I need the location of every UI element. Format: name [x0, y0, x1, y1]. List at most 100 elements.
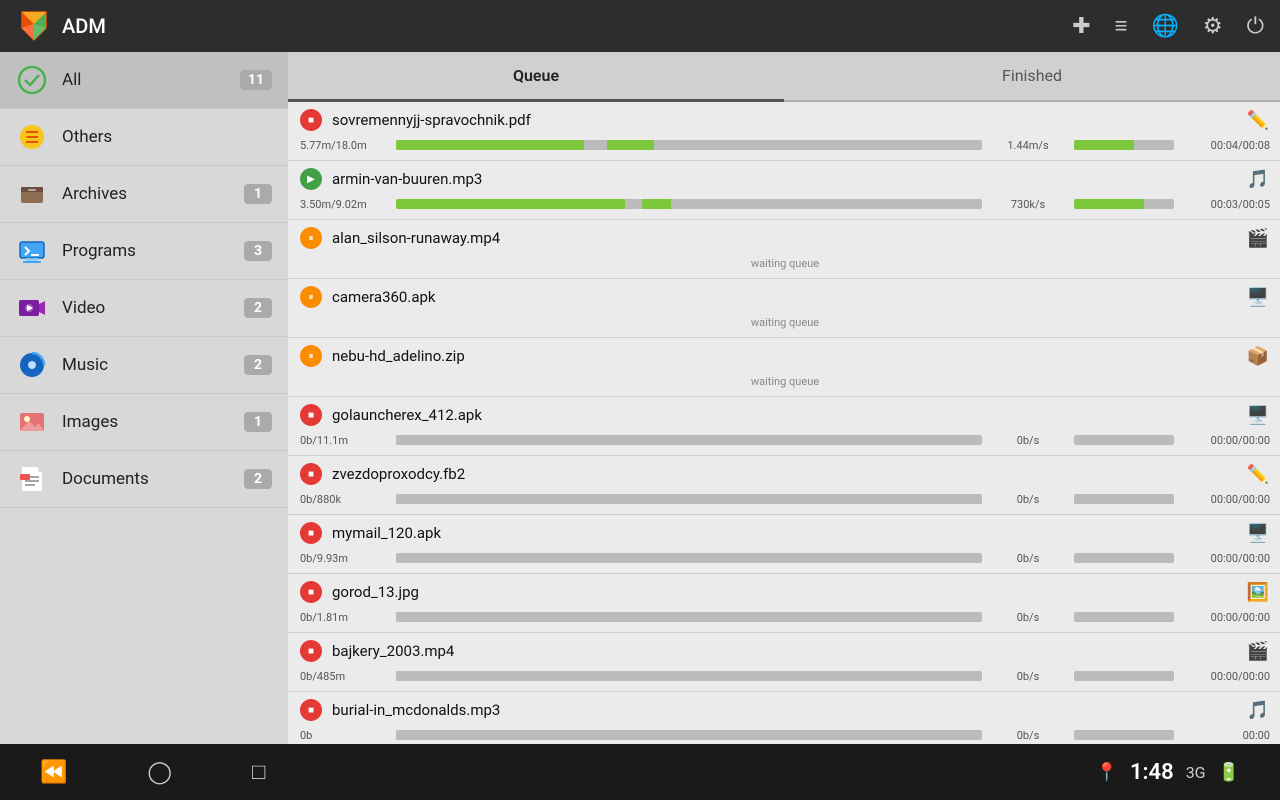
topbar: ADM ✚ ≡ 🌐 ⚙ ⏻ [0, 0, 1280, 52]
adm-logo-icon [16, 8, 52, 44]
filename-2: armin-van-buuren.mp3 [332, 170, 1236, 188]
home-button[interactable]: ◯ [147, 760, 172, 785]
sidebar-item-all[interactable]: All 11 [0, 52, 288, 109]
progress-bar2-6 [1074, 435, 1174, 445]
file-type-icon-11: 🎵 [1246, 698, 1270, 722]
list-item: ⏸ nebu-hd_adelino.zip 📦 waiting queue [288, 338, 1280, 397]
signal-icon: 3G [1186, 763, 1206, 782]
status-button-7[interactable]: ■ [300, 463, 322, 485]
power-icon[interactable]: ⏻ [1247, 14, 1264, 39]
equalizer-icon[interactable]: ⚙ [1203, 14, 1223, 39]
list-item: ■ burial-in_mcdonalds.mp3 🎵 0b 0b/s 00:0… [288, 692, 1280, 744]
sidebar-item-programs[interactable]: Programs 3 [0, 223, 288, 280]
status-button-2[interactable]: ▶ [300, 168, 322, 190]
status-button-3[interactable]: ⏸ [300, 227, 322, 249]
sidebar-item-documents[interactable]: Documents 2 [0, 451, 288, 508]
time-9: 00:00/00:00 [1180, 611, 1270, 624]
bottombar: ⏪ ◯ □ 📍 1:48 3G 🔋 [0, 744, 1280, 800]
progress-bar2-7 [1074, 494, 1174, 504]
status-button-10[interactable]: ■ [300, 640, 322, 662]
filename-11: burial-in_mcdonalds.mp3 [332, 701, 1236, 719]
stop-icon: ■ [308, 705, 314, 716]
status-button-8[interactable]: ■ [300, 522, 322, 544]
sidebar: All 11 Others [0, 52, 288, 744]
time-display: 1:48 [1130, 760, 1174, 785]
speed-1: 1.44m/s [988, 139, 1068, 152]
speed-11: 0b/s [988, 729, 1068, 742]
app-logo: ADM [16, 8, 106, 44]
tab-queue[interactable]: Queue [288, 52, 784, 102]
status-button-9[interactable]: ■ [300, 581, 322, 603]
file-type-icon-5: 📦 [1246, 344, 1270, 368]
documents-icon [16, 463, 48, 495]
sidebar-item-images-label: Images [62, 412, 244, 432]
tab-finished[interactable]: Finished [784, 52, 1280, 100]
time-6: 00:00/00:00 [1180, 434, 1270, 447]
time-11: 00:00 [1180, 729, 1270, 742]
progress-bar2-9 [1074, 612, 1174, 622]
stop-icon: ■ [308, 587, 314, 598]
progress-bar2-11 [1074, 730, 1174, 740]
list-item: ■ mymail_120.apk 🖥️ 0b/9.93m 0b/s 00:00/… [288, 515, 1280, 574]
file-type-icon-3: 🎬 [1246, 226, 1270, 250]
menu-icon[interactable]: ≡ [1115, 13, 1128, 39]
size-progress-1: 5.77m/18.0m [300, 139, 390, 152]
time-7: 00:00/00:00 [1180, 493, 1270, 506]
filename-6: golauncherex_412.apk [332, 406, 1236, 424]
stop-icon: ■ [308, 528, 314, 539]
sidebar-item-others[interactable]: Others [0, 109, 288, 166]
status-button-11[interactable]: ■ [300, 699, 322, 721]
pause-icon: ⏸ [309, 233, 314, 244]
time-1: 00:04/00:08 [1180, 139, 1270, 152]
size-progress-9: 0b/1.81m [300, 611, 390, 624]
size-progress-2: 3.50m/9.02m [300, 198, 390, 211]
recents-button[interactable]: □ [252, 759, 265, 785]
status-button-1[interactable]: ■ [300, 109, 322, 131]
back-button[interactable]: ⏪ [40, 760, 67, 785]
content-area: Queue Finished ■ sovremennyjj-spravochni… [288, 52, 1280, 744]
sidebar-item-music[interactable]: Music 2 [0, 337, 288, 394]
globe-icon[interactable]: 🌐 [1151, 14, 1178, 39]
sidebar-item-all-label: All [62, 70, 240, 90]
size-progress-10: 0b/485m [300, 670, 390, 683]
file-type-icon-1: ✏️ [1246, 108, 1270, 132]
filename-1: sovremennyjj-spravochnik.pdf [332, 111, 1236, 129]
topbar-actions: ✚ ≡ 🌐 ⚙ ⏻ [1072, 13, 1264, 39]
speed-9: 0b/s [988, 611, 1068, 624]
tabs: Queue Finished [288, 52, 1280, 102]
battery-icon: 🔋 [1218, 762, 1240, 783]
video-icon [16, 292, 48, 324]
sidebar-item-all-badge: 11 [240, 70, 272, 90]
status-button-5[interactable]: ⏸ [300, 345, 322, 367]
add-icon[interactable]: ✚ [1072, 14, 1090, 39]
sidebar-item-video-badge: 2 [244, 298, 272, 318]
filename-5: nebu-hd_adelino.zip [332, 347, 1236, 365]
waiting-queue-4: waiting queue [300, 316, 1270, 329]
images-icon [16, 406, 48, 438]
status-bar: 📍 1:48 3G 🔋 [1096, 760, 1240, 785]
stop-icon: ■ [308, 410, 314, 421]
archives-icon [16, 178, 48, 210]
list-item: ■ bajkery_2003.mp4 🎬 0b/485m 0b/s 00:00/… [288, 633, 1280, 692]
download-list: ■ sovremennyjj-spravochnik.pdf ✏️ 5.77m/… [288, 102, 1280, 744]
progress-bar-2 [396, 199, 982, 209]
filename-8: mymail_120.apk [332, 524, 1236, 542]
size-progress-11: 0b [300, 729, 390, 742]
status-button-6[interactable]: ■ [300, 404, 322, 426]
progress-bar-9 [396, 612, 982, 622]
status-button-4[interactable]: ⏸ [300, 286, 322, 308]
music-icon [16, 349, 48, 381]
waiting-queue-3: waiting queue [300, 257, 1270, 270]
size-progress-6: 0b/11.1m [300, 434, 390, 447]
progress-bar-7 [396, 494, 982, 504]
speed-10: 0b/s [988, 670, 1068, 683]
sidebar-item-images[interactable]: Images 1 [0, 394, 288, 451]
sidebar-item-video[interactable]: Video 2 [0, 280, 288, 337]
pause-icon: ⏸ [309, 292, 314, 303]
sidebar-item-music-label: Music [62, 355, 244, 375]
sidebar-item-archives[interactable]: Archives 1 [0, 166, 288, 223]
list-item: ⏸ camera360.apk 🖥️ waiting queue [288, 279, 1280, 338]
sidebar-item-images-badge: 1 [244, 412, 272, 432]
time-2: 00:03/00:05 [1180, 198, 1270, 211]
file-type-icon-8: 🖥️ [1246, 521, 1270, 545]
